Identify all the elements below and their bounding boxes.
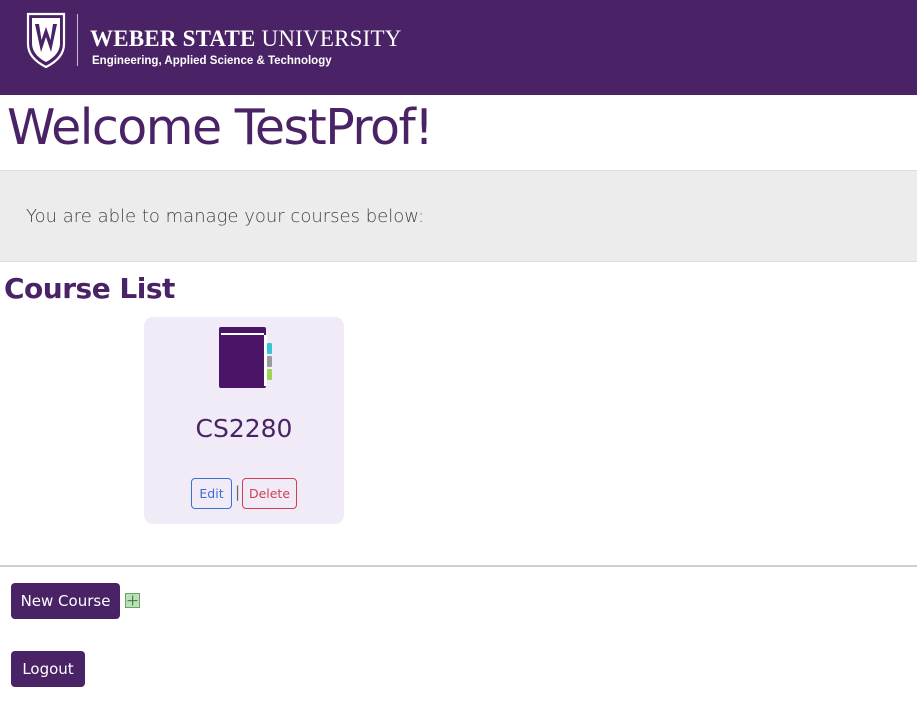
logout-button[interactable]: Logout [11,651,85,687]
logo-divider [77,14,78,66]
intro-banner: You are able to manage your courses belo… [0,170,917,262]
course-name[interactable]: CS2280 [144,414,344,443]
university-name-rest: UNIVERSITY [261,26,402,51]
college-name: Engineering, Applied Science & Technolog… [92,55,332,67]
university-name: WEBER STATE UNIVERSITY [90,26,402,52]
plus-square-icon[interactable] [125,593,140,608]
course-actions: Edit | Delete [144,478,344,510]
university-name-bold: WEBER STATE [90,26,256,51]
section-divider [0,565,917,567]
site-header: WEBER STATE UNIVERSITY Engineering, Appl… [0,0,917,95]
wsu-shield-logo-icon[interactable] [26,12,66,69]
new-course-button[interactable]: New Course [11,583,120,619]
intro-text: You are able to manage your courses belo… [26,206,425,227]
edit-course-button[interactable]: Edit [191,478,232,509]
course-card[interactable]: CS2280 Edit | Delete [144,317,344,524]
course-list-heading: Course List [4,272,175,305]
action-separator: | [235,483,241,501]
book-icon [219,327,272,388]
delete-course-button[interactable]: Delete [242,478,297,509]
page-title: Welcome TestProf! [7,99,434,156]
